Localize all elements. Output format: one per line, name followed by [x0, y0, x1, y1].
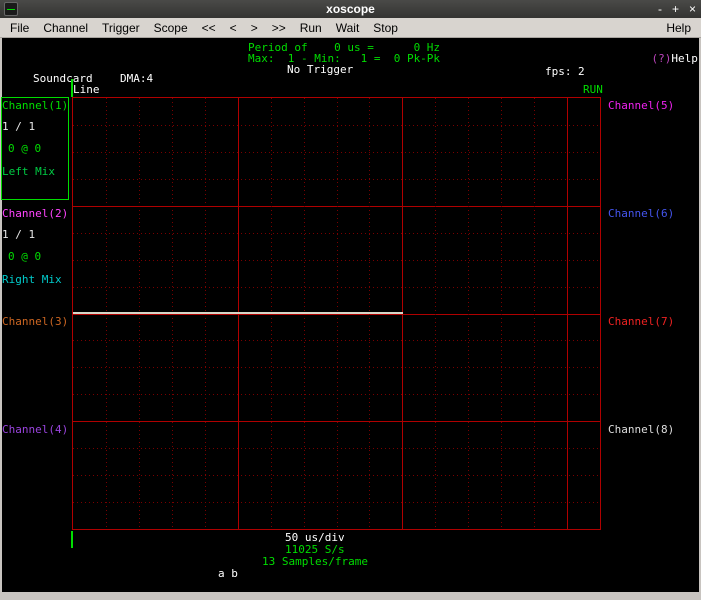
- help-question-icon: (?): [651, 52, 672, 65]
- menu-file[interactable]: File: [3, 19, 36, 37]
- dma-label: DMA:4: [120, 72, 154, 85]
- titlebar: xoscope - + ×: [0, 0, 701, 18]
- fps-label: fps:: [545, 65, 572, 78]
- window-title: xoscope: [326, 2, 375, 16]
- channel-6-label[interactable]: Channel(6): [608, 208, 674, 219]
- channel-1-scale: 1 / 1: [2, 120, 36, 133]
- grid-minor-hline: [73, 394, 600, 395]
- minimize-button[interactable]: -: [658, 0, 662, 18]
- grid-major-hline: [73, 421, 600, 422]
- channel-2-scale: 1 / 1: [2, 228, 36, 241]
- grid-major-vline: [567, 98, 568, 529]
- grid-minor-hline: [73, 502, 600, 503]
- menu-stop[interactable]: Stop: [366, 19, 405, 37]
- channel1-trace: [73, 312, 403, 314]
- channel-4-label[interactable]: Channel(4): [2, 424, 68, 435]
- menu-channel[interactable]: Channel: [36, 19, 95, 37]
- channel-3-label[interactable]: Channel(3): [2, 316, 68, 327]
- grid-minor-vline: [468, 98, 469, 529]
- menu-step-forward[interactable]: >: [244, 19, 265, 37]
- menu-run[interactable]: Run: [293, 19, 329, 37]
- channel-2-label[interactable]: Channel(2): [2, 208, 68, 219]
- grid-minor-vline: [501, 98, 502, 529]
- graticule-label: Line: [73, 83, 100, 96]
- menu-help[interactable]: Help: [659, 19, 698, 37]
- channel-1-label[interactable]: Channel(1): [2, 100, 68, 111]
- trigger-marker-bottom: [71, 531, 73, 548]
- menu-rewind-fast[interactable]: <<: [195, 19, 223, 37]
- channel-2-position: 0 @ 0: [8, 250, 42, 263]
- xoscope-window: xoscope - + × File Channel Trigger Scope…: [0, 0, 701, 600]
- menu-scope[interactable]: Scope: [147, 19, 195, 37]
- channel-8-label[interactable]: Channel(8): [608, 424, 674, 435]
- menubar: File Channel Trigger Scope << < > >> Run…: [0, 18, 701, 38]
- key-hints: a b: [218, 567, 238, 580]
- menu-forward-fast[interactable]: >>: [265, 19, 293, 37]
- grid-minor-hline: [73, 475, 600, 476]
- grid-minor-hline: [73, 340, 600, 341]
- samples-per-frame-readout: 13 Samples/frame: [262, 555, 368, 568]
- grid-minor-hline: [73, 367, 600, 368]
- trigger-readout: No Trigger: [287, 63, 354, 76]
- timebase-readout: 50 us/div: [285, 531, 345, 544]
- channel-1-source: Left Mix: [2, 165, 55, 178]
- maximize-button[interactable]: +: [672, 0, 679, 18]
- run-state-badge: RUN: [583, 83, 603, 96]
- channel-7-label[interactable]: Channel(7): [608, 316, 674, 327]
- menu-step-back[interactable]: <: [223, 19, 244, 37]
- menu-wait[interactable]: Wait: [329, 19, 367, 37]
- grid-minor-vline: [435, 98, 436, 529]
- help-hint-label: Help: [671, 52, 698, 65]
- grid-minor-hline: [73, 448, 600, 449]
- samplerate-readout: 11025 S/s: [285, 543, 345, 556]
- grid-major-hline: [73, 314, 600, 315]
- menu-trigger[interactable]: Trigger: [95, 19, 147, 37]
- grid-minor-vline: [534, 98, 535, 529]
- close-button[interactable]: ×: [689, 0, 696, 18]
- channel-5-label[interactable]: Channel(5): [608, 100, 674, 111]
- help-hint[interactable]: (?)Help: [625, 42, 698, 75]
- trigger-marker-top: [71, 79, 73, 97]
- fps-value: 2: [578, 65, 585, 78]
- channel-1-position: 0 @ 0: [8, 142, 42, 155]
- channel-2-source: Right Mix: [2, 273, 62, 286]
